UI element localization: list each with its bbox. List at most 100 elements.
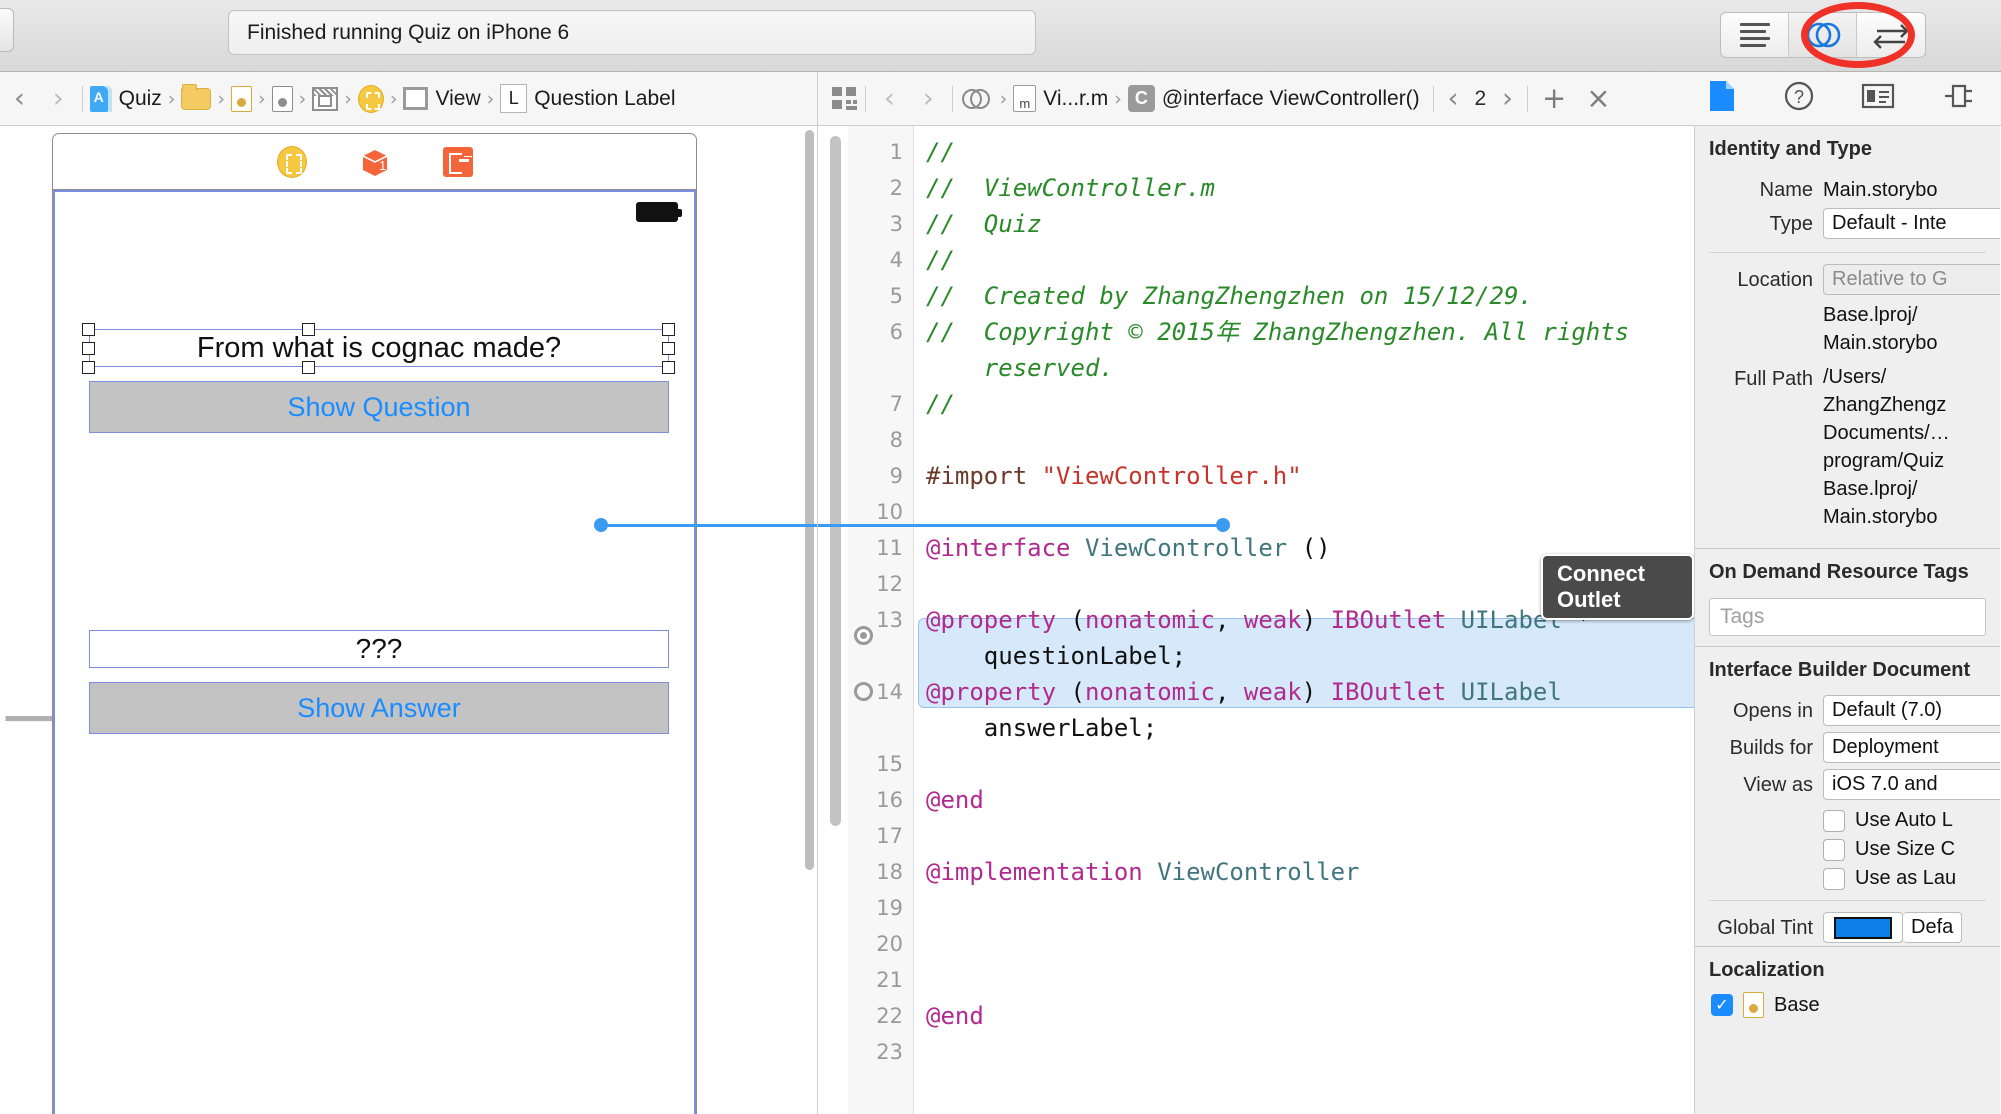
location-select[interactable]: Relative to G xyxy=(1823,264,2000,295)
code-line[interactable]: @end xyxy=(926,782,984,818)
code-line[interactable]: // Created by ZhangZhengzhen on 15/12/29… xyxy=(926,278,1533,314)
back-button[interactable]: ‹ xyxy=(0,85,39,112)
use-size-classes-checkbox[interactable] xyxy=(1823,838,1845,861)
code-token: // xyxy=(926,390,955,418)
use-auto-layout-checkbox[interactable] xyxy=(1823,809,1845,832)
code-line[interactable]: @property (nonatomic, weak) IBOutlet UIL… xyxy=(926,674,1562,710)
canvas-scrollbar[interactable] xyxy=(805,130,814,870)
line-number: 8 xyxy=(889,428,903,452)
related-items-button[interactable] xyxy=(818,86,861,111)
storyboard-canvas[interactable]: ⟶ 1 From what is cognac made? Show Quest… xyxy=(0,126,818,1114)
global-tint-swatch-button[interactable] xyxy=(1823,912,1903,943)
code-line[interactable]: questionLabel; xyxy=(926,638,1186,674)
forward-button[interactable]: › xyxy=(39,85,78,112)
question-label[interactable]: From what is cognac made? xyxy=(89,329,669,367)
outlet-connection-indicator-empty[interactable] xyxy=(854,682,873,701)
assistant-code-editor[interactable]: 1 // 2 // ViewController.m 3 // Quiz 4 // 5 // Cr… xyxy=(818,126,1695,1114)
code-token: ( xyxy=(1070,678,1085,706)
svg-text:1: 1 xyxy=(379,158,386,173)
opens-in-select[interactable]: Default (7.0) xyxy=(1823,695,2000,726)
add-assistant-editor-button[interactable]: + xyxy=(1532,84,1576,113)
code-line[interactable]: @property (nonatomic, weak) IBOutlet UIL… xyxy=(926,602,1591,638)
breadcrumb-item-project[interactable]: Quiz xyxy=(87,85,165,112)
builds-for-select[interactable]: Deployment xyxy=(1823,732,2000,763)
use-auto-layout-row[interactable]: Use Auto L xyxy=(1823,809,2000,832)
code-token: // ViewController.m xyxy=(926,174,1215,202)
assistant-forward-button[interactable]: › xyxy=(909,85,948,112)
code-line[interactable]: // xyxy=(926,386,955,422)
code-line[interactable]: // Copyright © 2015年 ZhangZhengzhen. All… xyxy=(926,314,1629,350)
selection-handle[interactable] xyxy=(82,361,95,374)
view-controller-scene[interactable]: 1 From what is cognac made? Show Questio… xyxy=(52,133,697,1114)
use-as-launch-screen-label: Use as Lau xyxy=(1855,867,1957,889)
standard-editor-button[interactable] xyxy=(1721,13,1789,57)
code-token: // Created by ZhangZhengzhen on 15/12/29… xyxy=(926,282,1533,310)
connect-outlet-tooltip: Connect Outlet xyxy=(1541,554,1694,620)
exit-icon[interactable] xyxy=(442,146,473,177)
breadcrumb-item-view-controller[interactable] xyxy=(355,84,387,113)
code-line[interactable]: #import "ViewController.h" xyxy=(926,458,1302,494)
assistant-editor-button[interactable] xyxy=(1789,13,1857,57)
connections-inspector-icon[interactable] xyxy=(1941,81,1975,116)
line-number: 15 xyxy=(876,752,903,776)
type-select[interactable]: Default - Inte xyxy=(1823,208,2000,239)
first-responder-icon[interactable]: 1 xyxy=(359,146,391,178)
code-line[interactable]: @end xyxy=(926,998,984,1034)
file-inspector-icon[interactable] xyxy=(1707,79,1737,118)
tags-input[interactable]: Tags xyxy=(1709,598,1986,636)
editor-mode-segmented-control[interactable] xyxy=(1720,12,1926,58)
selection-handle[interactable] xyxy=(662,361,675,374)
localization-base-checkbox[interactable]: ✓ xyxy=(1711,994,1733,1016)
use-size-classes-row[interactable]: Use Size C xyxy=(1823,838,2000,861)
assistant-mode-button[interactable] xyxy=(957,86,997,112)
breadcrumb-item-m-file[interactable]: m Vi...r.m xyxy=(1010,85,1111,112)
code-line[interactable]: reserved. xyxy=(926,350,1114,386)
assistant-next-button[interactable]: › xyxy=(1492,85,1523,112)
close-assistant-editor-button[interactable]: × xyxy=(1576,84,1620,113)
breadcrumb-item-question-label[interactable]: L Question Label xyxy=(497,84,678,113)
selection-handle[interactable] xyxy=(302,361,315,374)
assistant-back-button[interactable]: ‹ xyxy=(870,85,909,112)
file-inspector-panel[interactable]: Identity and Type Name Main.storybo Type… xyxy=(1695,126,2000,1114)
selection-handle[interactable] xyxy=(82,323,95,336)
code-token: reserved. xyxy=(926,354,1114,382)
full-path-value: /Users/ ZhangZhengz Documents/… program/… xyxy=(1823,366,1950,528)
code-line[interactable]: // xyxy=(926,134,955,170)
quick-help-icon[interactable]: ? xyxy=(1783,80,1815,117)
code-line[interactable]: // xyxy=(926,242,955,278)
code-line[interactable]: // ViewController.m xyxy=(926,170,1215,206)
view-controller-icon[interactable] xyxy=(276,145,307,178)
version-editor-button[interactable] xyxy=(1857,13,1925,57)
breadcrumb-item-view[interactable]: View xyxy=(400,87,483,111)
assistant-prev-button[interactable]: ‹ xyxy=(1438,85,1469,112)
show-answer-button[interactable]: Show Answer xyxy=(89,682,669,734)
inspector-row-relative-path: Base.lproj/ Main.storybo xyxy=(1695,298,2000,360)
breadcrumb-item-file-grey[interactable] xyxy=(269,85,296,112)
selection-handle[interactable] xyxy=(82,342,95,355)
toolbar-left-stub[interactable] xyxy=(0,8,14,52)
code-line[interactable]: @implementation ViewController xyxy=(926,854,1359,890)
editor-scrollbar[interactable] xyxy=(830,136,841,826)
selection-handle[interactable] xyxy=(302,323,315,336)
selection-handle[interactable] xyxy=(662,323,675,336)
breadcrumb-item-folder[interactable] xyxy=(178,83,214,110)
show-question-button[interactable]: Show Question xyxy=(89,381,669,433)
code-line[interactable]: answerLabel; xyxy=(926,710,1157,746)
global-tint-select[interactable]: Defa xyxy=(1903,912,1963,943)
code-line[interactable]: @interface ViewController () xyxy=(926,530,1331,566)
use-as-launch-screen-checkbox[interactable] xyxy=(1823,867,1845,890)
code-line[interactable]: // Quiz xyxy=(926,206,1042,242)
breadcrumb-item-file-yellow[interactable] xyxy=(228,85,255,112)
outlet-connection-indicator-filled[interactable] xyxy=(854,626,873,645)
view-as-select[interactable]: iOS 7.0 and xyxy=(1823,769,2000,800)
code-text[interactable]: 1 // 2 // ViewController.m 3 // Quiz 4 // 5 // Cr… xyxy=(876,126,1694,1114)
storyboard-icon xyxy=(89,85,112,112)
identity-and-type-section: Identity and Type Name Main.storybo Type… xyxy=(1695,126,2000,534)
answer-label[interactable]: ??? xyxy=(89,630,669,668)
identity-inspector-icon[interactable] xyxy=(1861,82,1895,115)
question-label-text: From what is cognac made? xyxy=(196,331,562,364)
selection-handle[interactable] xyxy=(662,342,675,355)
use-as-launch-screen-row[interactable]: Use as Lau xyxy=(1823,867,2000,890)
breadcrumb-item-interface[interactable]: C @interface ViewController() xyxy=(1125,85,1423,112)
breadcrumb-item-scene[interactable] xyxy=(309,86,341,111)
